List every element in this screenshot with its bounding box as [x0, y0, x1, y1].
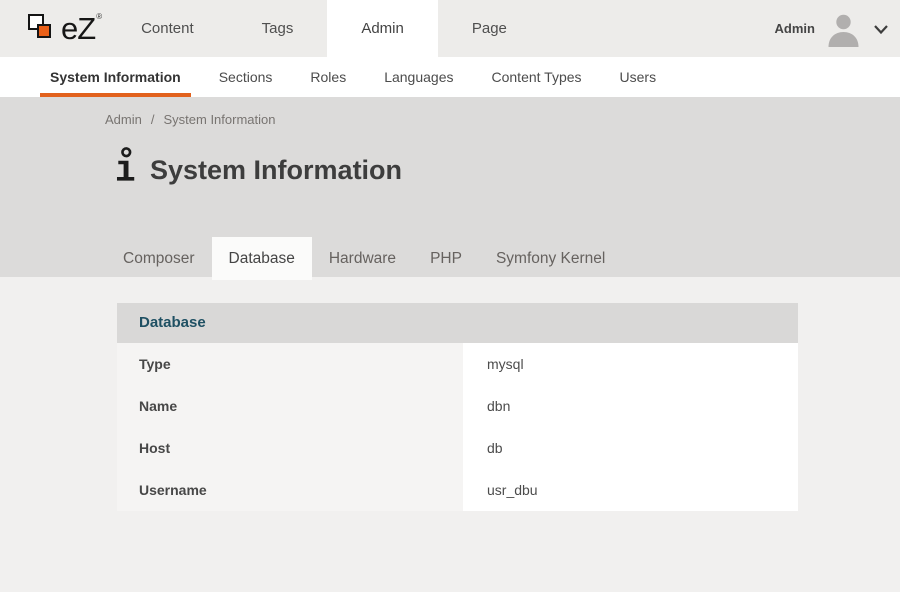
subnav-item-languages[interactable]: Languages: [374, 57, 463, 97]
subnav-item-sections[interactable]: Sections: [209, 57, 283, 97]
table-row: Host db: [117, 427, 798, 469]
table-row: Name dbn: [117, 385, 798, 427]
ez-logo-mark-icon: [28, 12, 56, 45]
row-value-host: db: [463, 427, 798, 469]
table-header: Database: [117, 303, 798, 343]
tab-database[interactable]: Database: [212, 237, 312, 280]
table-row: Username usr_dbu: [117, 469, 798, 511]
user-avatar-icon: [825, 10, 862, 47]
registered-trademark-mark: ®: [96, 12, 102, 21]
top-tab-admin[interactable]: Admin: [327, 0, 438, 57]
subnav-item-system-information[interactable]: System Information: [40, 57, 191, 97]
top-tab-tags[interactable]: Tags: [228, 0, 328, 57]
row-label-type: Type: [117, 343, 463, 385]
system-info-tabs: Composer Database Hardware PHP Symfony K…: [106, 237, 622, 280]
tab-php[interactable]: PHP: [413, 237, 479, 280]
subnav-item-content-types[interactable]: Content Types: [482, 57, 592, 97]
page-header-region: Admin / System Information System Inform…: [0, 97, 900, 277]
top-tab-content[interactable]: Content: [107, 0, 228, 57]
breadcrumb: Admin / System Information: [105, 97, 900, 127]
ez-logo[interactable]: eZ ®: [28, 0, 101, 57]
row-value-name: dbn: [463, 385, 798, 427]
page-title: System Information: [113, 146, 900, 186]
row-label-username: Username: [117, 469, 463, 511]
subnav-item-roles[interactable]: Roles: [300, 57, 356, 97]
page-title-text: System Information: [150, 154, 402, 186]
logo-text: eZ: [61, 13, 95, 44]
row-label-host: Host: [117, 427, 463, 469]
tab-hardware[interactable]: Hardware: [312, 237, 413, 280]
subnav-item-users[interactable]: Users: [610, 57, 667, 97]
tab-composer[interactable]: Composer: [106, 237, 212, 280]
breadcrumb-current-page: System Information: [163, 112, 275, 127]
tab-symfony-kernel[interactable]: Symfony Kernel: [479, 237, 622, 280]
database-info-table: Database Type mysql Name dbn Host db Use…: [117, 303, 798, 511]
user-menu[interactable]: Admin: [775, 0, 890, 57]
admin-subnavigation: System Information Sections Roles Langua…: [0, 57, 900, 97]
row-value-type: mysql: [463, 343, 798, 385]
breadcrumb-admin[interactable]: Admin: [105, 112, 142, 127]
main-navigation: Content Tags Admin Page: [107, 0, 541, 57]
breadcrumb-separator: /: [151, 112, 155, 127]
row-label-name: Name: [117, 385, 463, 427]
content-area: Database Type mysql Name dbn Host db Use…: [0, 303, 900, 592]
logo-orange-square: [37, 24, 51, 38]
table-row: Type mysql: [117, 343, 798, 385]
top-tab-page[interactable]: Page: [438, 0, 541, 57]
chevron-down-icon: [872, 20, 890, 38]
row-value-username: usr_dbu: [463, 469, 798, 511]
info-icon: [113, 146, 136, 186]
topbar: eZ ® Content Tags Admin Page Admin: [0, 0, 900, 57]
user-name-label: Admin: [775, 21, 815, 36]
